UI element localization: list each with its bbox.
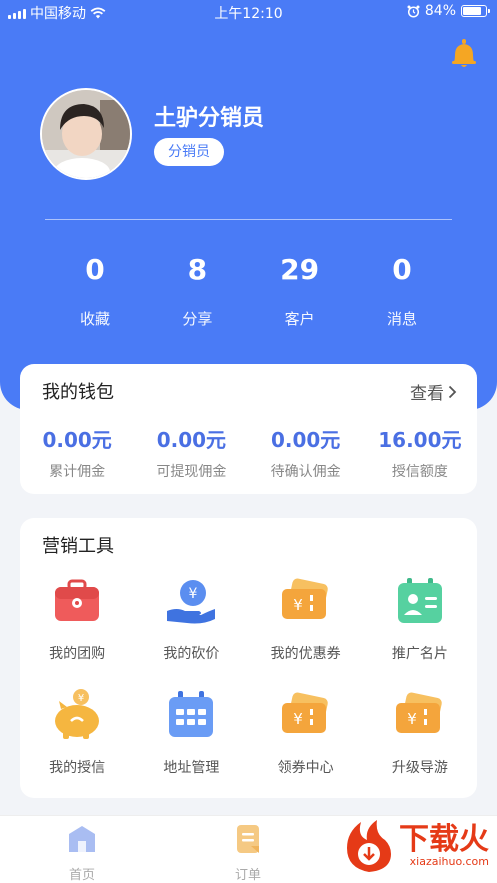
tool-label: 升级导游 [391, 760, 448, 776]
wallet-label: 待确认佣金 [270, 464, 341, 480]
stat-label: 消息 [386, 310, 417, 328]
battery-icon [461, 5, 490, 17]
avatar[interactable] [40, 88, 132, 180]
svg-text:¥: ¥ [293, 710, 303, 728]
stat-label: 分享 [182, 310, 213, 328]
battery-percent: 84% [424, 3, 456, 19]
stat-messages[interactable]: 0 消息 [352, 250, 452, 329]
bargain-icon: ¥ [167, 580, 216, 624]
coupon-center-icon: ¥ [281, 692, 328, 733]
group-buy-icon [55, 579, 100, 621]
stat-favorites[interactable]: 0 收藏 [45, 250, 145, 329]
tab-label: 首页 [68, 868, 95, 883]
stat-customers[interactable]: 29 客户 [250, 250, 350, 329]
home-icon [69, 826, 95, 852]
stat-value: 0 [85, 253, 105, 286]
bell-icon[interactable] [449, 38, 479, 70]
tool-label: 领券中心 [277, 760, 334, 776]
tab-label: 订单 [234, 868, 261, 883]
chevron-right-icon [448, 385, 457, 398]
tools-title: 营销工具 [42, 536, 114, 557]
profile-header [0, 0, 497, 410]
tool-credit[interactable]: ¥ 我的授信 [20, 687, 134, 777]
stat-shares[interactable]: 8 分享 [147, 250, 247, 329]
marketing-tools-card: 营销工具 我的团购 ¥ 我的砍价 ¥ 我的优惠券 推广名片 ¥ 我的授信 地址管… [20, 518, 477, 798]
username: 土驴分销员 [154, 106, 265, 131]
wallet-title: 我的钱包 [42, 382, 114, 403]
wallet-amount: 0.00元 [42, 428, 112, 452]
tool-group-buy[interactable]: 我的团购 [20, 573, 134, 663]
svg-text:¥: ¥ [407, 710, 417, 728]
tool-upgrade-guide[interactable]: ¥ 升级导游 [363, 687, 477, 777]
svg-text:¥: ¥ [78, 693, 84, 704]
tool-label: 我的团购 [49, 646, 106, 662]
wallet-total-commission[interactable]: 0.00元 累计佣金 [20, 424, 134, 481]
stat-value: 8 [187, 253, 208, 286]
tab-orders[interactable]: 订单 [208, 822, 288, 883]
tool-coupon-center[interactable]: ¥ 领券中心 [249, 687, 363, 777]
wallet-label: 授信额度 [391, 464, 448, 480]
tool-label: 地址管理 [163, 760, 220, 776]
watermark: 下载火 xiazaihuo.com [343, 818, 489, 874]
wallet-amount: 0.00元 [156, 428, 227, 452]
wallet-view-more-link[interactable]: 查看 [410, 379, 457, 404]
watermark-sub: xiazaihuo.com [409, 854, 489, 868]
wallet-amount: 16.00元 [378, 428, 462, 452]
header-divider [45, 219, 452, 220]
stat-value: 29 [280, 253, 320, 286]
upgrade-guide-icon: ¥ [395, 692, 442, 733]
stats-row: 0 收藏 8 分享 29 客户 0 消息 [45, 250, 452, 329]
wallet-credit-limit[interactable]: 16.00元 授信额度 [363, 424, 477, 481]
calendar-icon [169, 691, 214, 737]
coupon-icon: ¥ [281, 578, 328, 619]
alarm-icon [407, 5, 420, 18]
tool-label: 我的砍价 [163, 646, 220, 662]
tab-home[interactable]: 首页 [42, 822, 122, 883]
stat-value: 0 [392, 253, 412, 286]
wallet-amount: 0.00元 [270, 428, 341, 452]
tool-bargain[interactable]: ¥ 我的砍价 [134, 573, 248, 663]
piggy-bank-icon: ¥ [55, 689, 100, 739]
svg-text:¥: ¥ [293, 596, 303, 614]
order-icon [237, 825, 259, 853]
avatar-image [42, 90, 130, 178]
stat-label: 客户 [284, 310, 315, 328]
tool-label: 我的优惠券 [270, 646, 341, 662]
wallet-more-label: 查看 [410, 384, 444, 404]
role-badge: 分销员 [154, 138, 224, 166]
tool-label: 推广名片 [391, 646, 448, 662]
status-bar: 中国移动 上午12:10 84% [0, 0, 497, 24]
tool-address[interactable]: 地址管理 [134, 687, 248, 777]
tool-label: 我的授信 [49, 760, 106, 776]
wallet-label: 可提现佣金 [156, 464, 227, 480]
wallet-card: 我的钱包 查看 0.00元 累计佣金 0.00元 可提现佣金 0.00元 待确认… [20, 364, 477, 494]
wallet-label: 累计佣金 [49, 464, 106, 480]
tool-coupons[interactable]: ¥ 我的优惠券 [249, 573, 363, 663]
business-card-icon [397, 578, 442, 623]
stat-label: 收藏 [79, 310, 110, 328]
tool-business-card[interactable]: 推广名片 [363, 573, 477, 663]
flame-logo-icon [347, 820, 391, 872]
svg-text:¥: ¥ [189, 586, 198, 602]
wallet-pending-commission[interactable]: 0.00元 待确认佣金 [249, 424, 363, 481]
wallet-withdrawable-commission[interactable]: 0.00元 可提现佣金 [134, 424, 248, 481]
watermark-text: 下载火 [399, 821, 489, 857]
